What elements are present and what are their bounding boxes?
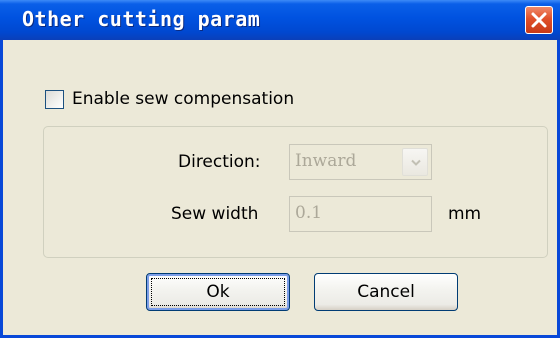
- sew-width-input[interactable]: 0.1: [289, 196, 432, 232]
- chevron-down-icon: [411, 159, 421, 166]
- close-icon: [531, 12, 547, 28]
- direction-label: Direction:: [178, 152, 261, 172]
- dialog-window: Other cutting param Enable sew compensat…: [0, 0, 560, 338]
- focus-ring: [151, 278, 285, 306]
- enable-sew-compensation-label[interactable]: Enable sew compensation: [72, 89, 294, 109]
- direction-select[interactable]: Inward: [289, 144, 432, 180]
- enable-sew-compensation-row[interactable]: Enable sew compensation: [45, 88, 294, 110]
- close-button[interactable]: [525, 6, 553, 34]
- enable-sew-compensation-checkbox[interactable]: [45, 89, 64, 109]
- ok-button[interactable]: Ok: [146, 273, 290, 311]
- window-title: Other cutting param: [22, 7, 261, 31]
- cancel-button-label: Cancel: [357, 282, 415, 302]
- sew-width-unit: mm: [448, 204, 482, 224]
- sew-width-label: Sew width: [171, 204, 259, 224]
- title-bar[interactable]: Other cutting param: [0, 0, 560, 40]
- cancel-button[interactable]: Cancel: [314, 273, 458, 311]
- direction-dropdown-button[interactable]: [402, 148, 428, 176]
- direction-value: Inward: [295, 151, 357, 171]
- dialog-body: Enable sew compensation Direction: Inwar…: [3, 40, 557, 335]
- sew-width-value: 0.1: [295, 203, 323, 223]
